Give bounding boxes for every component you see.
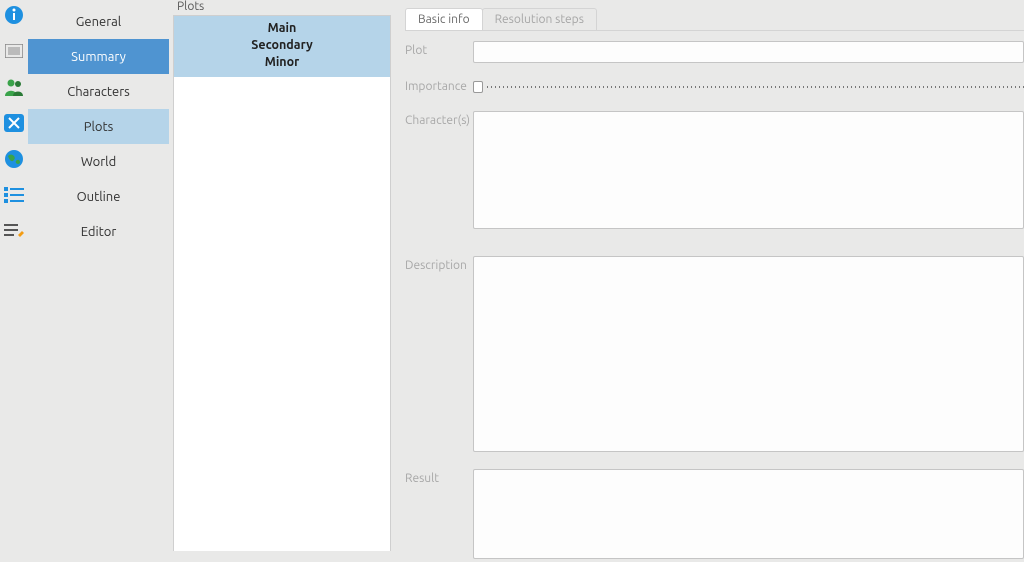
tab-basic-info[interactable]: Basic info [405,8,483,30]
nav-summary[interactable]: Summary [28,39,169,74]
detail-panel: Basic info Resolution steps Plot Importa… [391,0,1024,551]
slider-handle[interactable] [473,81,483,93]
left-sidebar: General Summary Characters Plots World O… [0,0,169,551]
importance-slider[interactable] [473,77,1024,97]
nav-list: General Summary Characters Plots World O… [28,0,169,551]
tab-resolution-steps[interactable]: Resolution steps [482,8,597,30]
label-importance: Importance [405,77,473,93]
plot-category-list[interactable]: Main Secondary Minor [173,15,391,551]
description-textarea[interactable] [473,256,1024,452]
icon-column [0,0,28,551]
tab-content: Plot Importance Character(s) [405,30,1024,562]
plots-icon [3,112,25,134]
nav-world[interactable]: World [28,144,169,179]
plots-panel-title: Plots [173,0,391,15]
plots-panel: Plots Main Secondary Minor [173,0,391,551]
plot-category-minor[interactable]: Minor [174,54,390,71]
label-result: Result [405,469,473,485]
world-icon [3,148,25,170]
characters-icon [3,76,25,98]
plot-category-main[interactable]: Main [174,20,390,37]
outline-icon [3,184,25,206]
info-icon [3,4,25,26]
nav-editor[interactable]: Editor [28,214,169,249]
nav-plots[interactable]: Plots [28,109,169,144]
nav-characters[interactable]: Characters [28,74,169,109]
nav-outline[interactable]: Outline [28,179,169,214]
plot-categories-header[interactable]: Main Secondary Minor [174,16,390,77]
editor-icon [3,220,25,242]
label-characters: Character(s) [405,111,473,127]
label-plot: Plot [405,41,473,57]
plot-category-secondary[interactable]: Secondary [174,37,390,54]
slider-track[interactable] [487,86,1024,88]
result-textarea[interactable] [473,469,1024,559]
label-description: Description [405,256,473,272]
nav-general[interactable]: General [28,4,169,39]
characters-textarea[interactable] [473,111,1024,229]
detail-tabs: Basic info Resolution steps [405,8,1024,30]
plot-name-input[interactable] [473,41,1024,63]
summary-icon [3,40,25,62]
